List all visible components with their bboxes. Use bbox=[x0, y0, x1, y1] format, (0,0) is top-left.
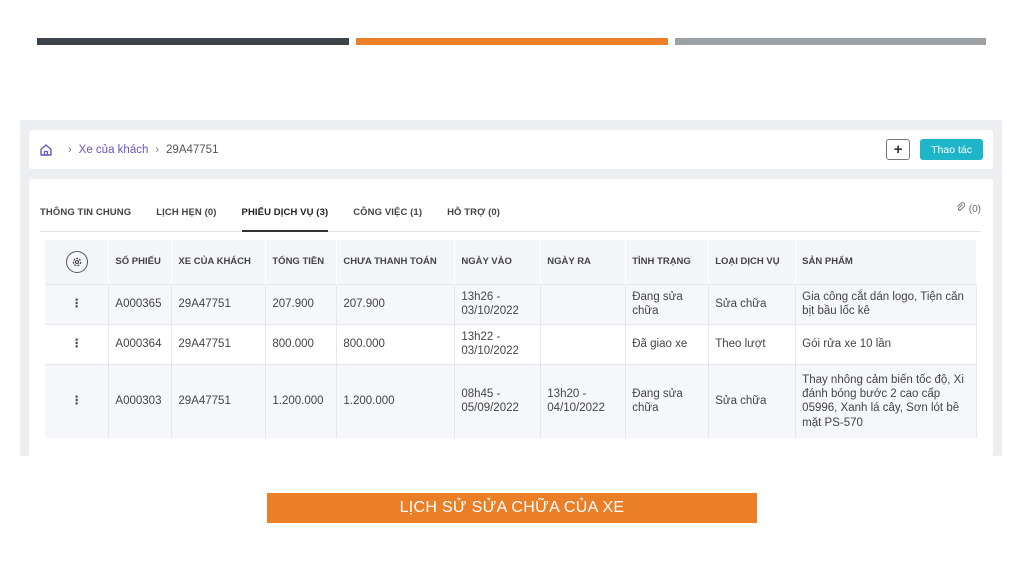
column-header[interactable]: XE CỦA KHÁCH bbox=[171, 240, 267, 284]
date-out-cell bbox=[540, 283, 627, 324]
row-menu-icon[interactable]: ⋮ bbox=[45, 363, 110, 438]
unpaid-cell: 800.000 bbox=[336, 323, 456, 364]
app-window: › Xe của khách › 29A47751 + Thao tác THÔ… bbox=[20, 120, 1002, 456]
date-out-cell bbox=[540, 323, 627, 364]
tab-service-tickets[interactable]: PHIẾU DỊCH VỤ (3) bbox=[241, 197, 329, 232]
caption-banner: LỊCH SỬ SỬA CHỮA CỦA XE bbox=[267, 493, 757, 523]
service-type-cell: Sửa chữa bbox=[708, 363, 797, 438]
status-cell: Đang sửa chữa bbox=[625, 363, 710, 438]
total-cell: 800.000 bbox=[265, 323, 338, 364]
plate-cell: 29A47751 bbox=[171, 283, 267, 324]
service-tickets-table: SỐ PHIẾU XE CỦA KHÁCH TỔNG TIỀN CHƯA THA… bbox=[45, 240, 977, 438]
column-header[interactable]: TỔNG TIỀN bbox=[265, 240, 338, 284]
gray-bar bbox=[675, 38, 986, 45]
unpaid-cell: 207.900 bbox=[336, 283, 456, 324]
date-in-cell: 13h22 - 03/10/2022 bbox=[454, 323, 542, 364]
status-cell: Đang sửa chữa bbox=[625, 283, 710, 324]
plate-cell: 29A47751 bbox=[171, 323, 267, 364]
column-header[interactable]: NGÀY RA bbox=[540, 240, 627, 284]
tab-bar: THÔNG TIN CHUNG LỊCH HẸN (0) PHIẾU DỊCH … bbox=[40, 197, 981, 232]
column-settings[interactable] bbox=[45, 240, 110, 284]
chevron-right-icon: › bbox=[155, 143, 160, 156]
ticket-code-link[interactable]: A000303 bbox=[108, 363, 173, 438]
row-menu-icon[interactable]: ⋮ bbox=[45, 283, 110, 324]
service-type-cell: Theo lượt bbox=[708, 323, 797, 364]
tab-appointments[interactable]: LỊCH HẸN (0) bbox=[156, 197, 216, 232]
home-icon[interactable] bbox=[39, 143, 53, 157]
products-cell: Thay nhông cảm biến tốc độ, Xi đánh bóng… bbox=[795, 363, 977, 438]
total-cell: 207.900 bbox=[265, 283, 338, 324]
dark-bar bbox=[37, 38, 349, 45]
column-header[interactable]: NGÀY VÀO bbox=[454, 240, 542, 284]
date-in-cell: 08h45 - 05/09/2022 bbox=[454, 363, 542, 438]
attachments-link[interactable]: (0) bbox=[955, 197, 981, 231]
chevron-right-icon: › bbox=[68, 143, 72, 156]
column-header[interactable]: SẢN PHẨM bbox=[795, 240, 977, 284]
row-menu-icon[interactable]: ⋮ bbox=[45, 323, 110, 364]
column-header[interactable]: SỐ PHIẾU bbox=[108, 240, 173, 284]
tab-support[interactable]: HỖ TRỢ (0) bbox=[447, 197, 500, 232]
products-cell: Gia công cắt dán logo, Tiện căn bịt bầu … bbox=[795, 283, 977, 324]
date-in-cell: 13h26 - 03/10/2022 bbox=[454, 283, 542, 324]
table-row[interactable]: ⋮ A000365 29A47751 207.900 207.900 13h26… bbox=[45, 283, 977, 324]
ticket-code-link[interactable]: A000365 bbox=[108, 283, 173, 324]
paperclip-icon bbox=[955, 202, 969, 215]
tab-general-info[interactable]: THÔNG TIN CHUNG bbox=[40, 197, 131, 232]
breadcrumb: › Xe của khách › 29A47751 + Thao tác bbox=[29, 130, 993, 169]
attachments-count: (0) bbox=[968, 204, 981, 215]
add-button[interactable]: + bbox=[886, 139, 911, 160]
orange-bar bbox=[356, 38, 668, 45]
service-type-cell: Sửa chữa bbox=[708, 283, 797, 324]
actions-button[interactable]: Thao tác bbox=[920, 139, 983, 160]
unpaid-cell: 1.200.000 bbox=[336, 363, 456, 438]
table-row[interactable]: ⋮ A000303 29A47751 1.200.000 1.200.000 0… bbox=[45, 363, 977, 438]
ticket-code-link[interactable]: A000364 bbox=[108, 323, 173, 364]
detail-panel: THÔNG TIN CHUNG LỊCH HẸN (0) PHIẾU DỊCH … bbox=[29, 179, 993, 456]
table-header-row: SỐ PHIẾU XE CỦA KHÁCH TỔNG TIỀN CHƯA THA… bbox=[45, 240, 977, 284]
plate-cell: 29A47751 bbox=[171, 363, 267, 438]
column-header[interactable]: LOẠI DỊCH VỤ bbox=[708, 240, 797, 284]
breadcrumb-customer-cars[interactable]: Xe của khách bbox=[79, 144, 149, 156]
date-out-cell: 13h20 - 04/10/2022 bbox=[540, 363, 627, 438]
status-cell: Đã giao xe bbox=[625, 323, 710, 364]
gear-icon[interactable] bbox=[65, 250, 88, 273]
table-row[interactable]: ⋮ A000364 29A47751 800.000 800.000 13h22… bbox=[45, 323, 977, 364]
tab-jobs[interactable]: CÔNG VIỆC (1) bbox=[353, 197, 422, 232]
column-header[interactable]: TÌNH TRẠNG bbox=[625, 240, 710, 284]
total-cell: 1.200.000 bbox=[265, 363, 338, 438]
products-cell: Gói rửa xe 10 lần bbox=[795, 323, 977, 364]
breadcrumb-current: 29A47751 bbox=[166, 143, 219, 156]
column-header[interactable]: CHƯA THANH TOÁN bbox=[336, 240, 456, 284]
decorative-color-bars bbox=[37, 38, 986, 45]
